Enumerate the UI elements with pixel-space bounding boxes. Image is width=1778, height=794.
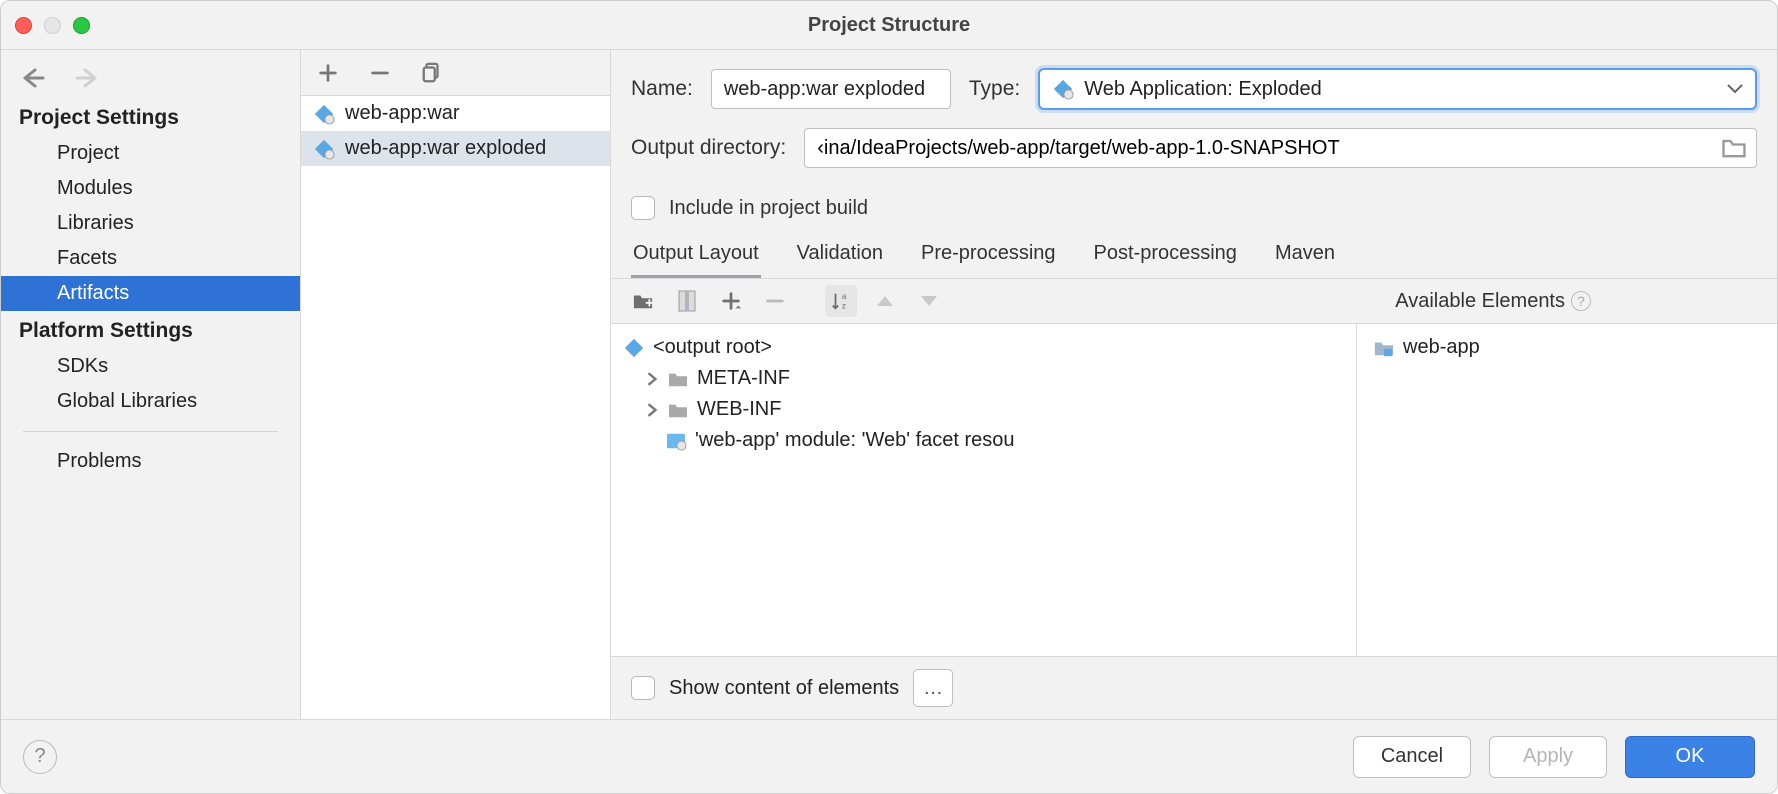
output-root-icon bbox=[623, 337, 645, 359]
nav-history bbox=[1, 50, 300, 98]
dialog-footer: ? Cancel Apply OK bbox=[1, 719, 1777, 793]
tab-pre-processing[interactable]: Pre-processing bbox=[919, 232, 1058, 278]
web-facet-icon bbox=[665, 431, 687, 451]
show-content-label: Show content of elements bbox=[669, 677, 899, 700]
tree-item-label: WEB-INF bbox=[697, 398, 781, 421]
output-layout-body: <output root> META-INF WEB-INF 'w bbox=[611, 323, 1777, 657]
tree-root-label: <output root> bbox=[653, 336, 772, 359]
output-layout-toolbar: az Available Elements ? bbox=[611, 279, 1777, 323]
output-directory-input[interactable] bbox=[805, 129, 1720, 167]
sort-alpha-icon[interactable]: az bbox=[825, 285, 857, 317]
sidebar-separator bbox=[23, 431, 278, 432]
artifact-item-label: web-app:war exploded bbox=[345, 137, 546, 160]
folder-icon bbox=[667, 401, 689, 419]
sidebar-item-problems[interactable]: Problems bbox=[1, 444, 300, 479]
window-body: Project Settings Project Modules Librari… bbox=[1, 49, 1777, 719]
include-in-build-label: Include in project build bbox=[669, 197, 868, 220]
sidebar: Project Settings Project Modules Librari… bbox=[1, 50, 301, 719]
tab-post-processing[interactable]: Post-processing bbox=[1092, 232, 1239, 278]
cancel-button[interactable]: Cancel bbox=[1353, 736, 1471, 778]
remove-layout-icon[interactable] bbox=[759, 285, 791, 317]
ok-button[interactable]: OK bbox=[1625, 736, 1755, 778]
artifact-name-input[interactable] bbox=[711, 69, 951, 109]
move-down-icon[interactable] bbox=[913, 285, 945, 317]
section-project-settings: Project Settings bbox=[1, 98, 300, 136]
type-label: Type: bbox=[969, 77, 1020, 101]
browse-folder-icon[interactable] bbox=[1720, 134, 1748, 162]
sidebar-item-global-libraries[interactable]: Global Libraries bbox=[1, 384, 300, 419]
output-tree[interactable]: <output root> META-INF WEB-INF 'w bbox=[611, 324, 1357, 656]
output-directory-label: Output directory: bbox=[631, 136, 786, 160]
project-structure-window: Project Structure Project Settings Proje… bbox=[0, 0, 1778, 794]
svg-text:z: z bbox=[842, 301, 846, 310]
available-item-label: web-app bbox=[1403, 336, 1480, 359]
sidebar-item-project[interactable]: Project bbox=[1, 136, 300, 171]
web-artifact-icon bbox=[313, 103, 335, 125]
available-elements-pane[interactable]: web-app bbox=[1357, 324, 1777, 656]
artifact-item[interactable]: web-app:war bbox=[301, 96, 610, 131]
available-elements-title: Available Elements ? bbox=[1395, 290, 1761, 313]
sidebar-item-artifacts[interactable]: Artifacts bbox=[1, 276, 300, 311]
module-icon bbox=[1373, 338, 1395, 358]
section-platform-settings: Platform Settings bbox=[1, 311, 300, 349]
artifact-item[interactable]: web-app:war exploded bbox=[301, 131, 610, 166]
sidebar-item-modules[interactable]: Modules bbox=[1, 171, 300, 206]
add-copy-icon[interactable] bbox=[715, 285, 747, 317]
show-content-checkbox[interactable] bbox=[631, 676, 655, 700]
artifact-type-combo[interactable]: Web Application: Exploded bbox=[1038, 68, 1757, 110]
chevron-down-icon bbox=[1727, 84, 1743, 94]
help-icon[interactable]: ? bbox=[1571, 291, 1591, 311]
add-icon[interactable] bbox=[317, 62, 339, 84]
sidebar-item-facets[interactable]: Facets bbox=[1, 241, 300, 276]
tab-output-layout[interactable]: Output Layout bbox=[631, 232, 761, 278]
back-icon[interactable] bbox=[19, 66, 47, 90]
artifact-item-label: web-app:war bbox=[345, 102, 460, 125]
tree-item-label: META-INF bbox=[697, 367, 790, 390]
help-button[interactable]: ? bbox=[23, 740, 57, 774]
show-content-configure-button[interactable]: … bbox=[913, 669, 953, 707]
include-in-build-checkbox[interactable] bbox=[631, 196, 655, 220]
name-label: Name: bbox=[631, 77, 693, 101]
type-value: Web Application: Exploded bbox=[1084, 78, 1717, 101]
artifact-detail-panel: Name: Type: Web Application: Exploded Ou… bbox=[611, 50, 1777, 719]
remove-icon[interactable] bbox=[369, 62, 391, 84]
tab-maven[interactable]: Maven bbox=[1273, 232, 1337, 278]
forward-icon[interactable] bbox=[73, 66, 101, 90]
folder-icon bbox=[667, 370, 689, 388]
output-directory-field-wrap bbox=[804, 128, 1757, 168]
artifact-list-panel: web-app:war web-app:war exploded bbox=[301, 50, 611, 719]
tree-item-label: 'web-app' module: 'Web' facet resou bbox=[695, 429, 1015, 452]
new-archive-icon[interactable] bbox=[671, 285, 703, 317]
chevron-right-icon[interactable] bbox=[645, 372, 659, 386]
svg-text:a: a bbox=[842, 292, 847, 301]
sidebar-item-libraries[interactable]: Libraries bbox=[1, 206, 300, 241]
tab-validation[interactable]: Validation bbox=[795, 232, 885, 278]
artifact-toolbar bbox=[301, 50, 610, 96]
copy-icon[interactable] bbox=[421, 62, 443, 84]
web-artifact-icon bbox=[1052, 78, 1074, 100]
move-up-icon[interactable] bbox=[869, 285, 901, 317]
apply-button[interactable]: Apply bbox=[1489, 736, 1607, 778]
web-artifact-icon bbox=[313, 138, 335, 160]
chevron-right-icon[interactable] bbox=[645, 403, 659, 417]
sidebar-item-sdks[interactable]: SDKs bbox=[1, 349, 300, 384]
show-content-row: Show content of elements … bbox=[611, 657, 1777, 719]
window-title: Project Structure bbox=[1, 14, 1777, 37]
artifact-tabs: Output Layout Validation Pre-processing … bbox=[611, 232, 1777, 279]
titlebar: Project Structure bbox=[1, 1, 1777, 49]
new-folder-icon[interactable] bbox=[627, 285, 659, 317]
